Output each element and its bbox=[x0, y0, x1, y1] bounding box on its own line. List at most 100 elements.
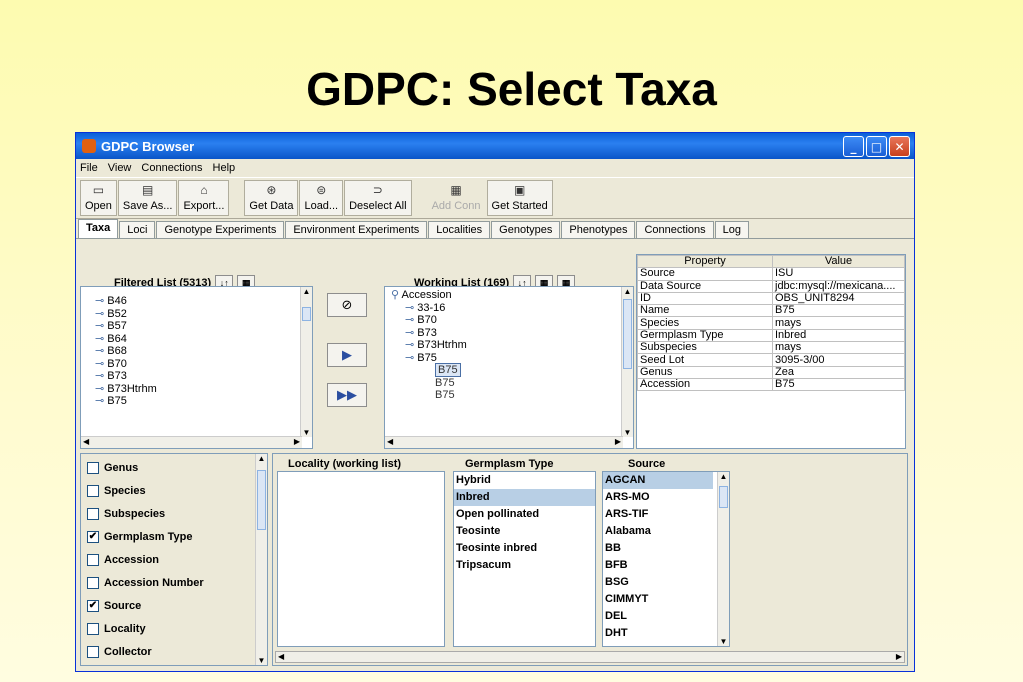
tab-phenotypes[interactable]: Phenotypes bbox=[561, 221, 636, 238]
table-row[interactable]: Germplasm Type Inbred bbox=[637, 328, 905, 343]
tab-localities[interactable]: Localities bbox=[428, 221, 491, 238]
list-item[interactable]: BB bbox=[603, 540, 713, 557]
tab-taxa[interactable]: Taxa bbox=[78, 219, 119, 238]
tree-node[interactable]: ⊸ B68 bbox=[95, 345, 312, 358]
tree-node[interactable]: ⊸ B73 bbox=[95, 370, 312, 383]
menu-view[interactable]: View bbox=[108, 162, 132, 174]
table-row[interactable]: Species mays bbox=[637, 316, 905, 330]
table-row[interactable]: Accession B75 bbox=[637, 377, 905, 392]
list-item[interactable]: ARS-MO bbox=[603, 489, 713, 506]
remove-all-button[interactable]: ⊘ bbox=[327, 293, 367, 317]
checkbox[interactable] bbox=[87, 461, 99, 474]
filter-source-checkbox[interactable]: ✔ Source bbox=[81, 594, 267, 617]
list-item[interactable]: Inbred bbox=[454, 489, 595, 506]
tab-genotypes[interactable]: Genotypes bbox=[491, 221, 561, 238]
tree-node[interactable]: ⊸ B70 bbox=[391, 314, 633, 327]
tab-connections[interactable]: Connections bbox=[636, 221, 714, 238]
tree-node[interactable]: ⊸ B73Htrhm bbox=[391, 339, 633, 352]
column-header[interactable]: Value bbox=[772, 255, 905, 269]
filter-species-checkbox[interactable]: Species bbox=[81, 479, 267, 502]
menu-file[interactable]: File bbox=[80, 162, 98, 174]
list-item[interactable]: BFB bbox=[603, 557, 713, 574]
list-item[interactable]: Teosinte inbred bbox=[454, 540, 595, 557]
checkbox[interactable] bbox=[87, 484, 99, 497]
list-item[interactable]: DEL bbox=[603, 608, 713, 625]
table-row[interactable]: Source ISU bbox=[637, 267, 905, 281]
tree-node[interactable]: ⊸ B64 bbox=[95, 333, 312, 346]
list-item[interactable]: Tripsacum bbox=[454, 557, 595, 574]
list-item[interactable]: AGCAN bbox=[603, 472, 713, 489]
list-item[interactable]: BSG bbox=[603, 574, 713, 591]
checkbox[interactable]: ✔ bbox=[87, 530, 99, 543]
list-item[interactable]: ARS-TIF bbox=[603, 506, 713, 523]
checkbox[interactable] bbox=[87, 576, 99, 589]
checkbox[interactable] bbox=[87, 645, 99, 658]
tree-node[interactable]: ⊸ B73Htrhm bbox=[95, 383, 312, 396]
filter-genus-checkbox[interactable]: Genus bbox=[81, 456, 267, 479]
list-item[interactable]: DHT bbox=[603, 625, 713, 642]
table-row[interactable]: Name B75 bbox=[637, 304, 905, 318]
selection-hscrollbar[interactable]: ◀ ▶ bbox=[275, 651, 905, 663]
checkbox[interactable] bbox=[87, 553, 99, 566]
open-button[interactable]: ▭ Open bbox=[80, 180, 117, 216]
menu-connections[interactable]: Connections bbox=[141, 162, 202, 174]
tree-node[interactable]: ⊸ 33-16 bbox=[391, 302, 633, 315]
table-row[interactable]: Seed Lot 3095-3/00 bbox=[637, 353, 905, 367]
locality-list[interactable] bbox=[277, 471, 445, 647]
tab-genotype-experiments[interactable]: Genotype Experiments bbox=[156, 221, 285, 238]
filter-collector-checkbox[interactable]: Collector bbox=[81, 640, 267, 663]
list-item[interactable]: Teosinte bbox=[454, 523, 595, 540]
working-vscrollbar[interactable]: ▲ ▼ bbox=[621, 287, 633, 437]
menu-help[interactable]: Help bbox=[213, 162, 236, 174]
list-item[interactable]: Hybrid bbox=[454, 472, 595, 489]
working-hscrollbar[interactable]: ◀ ▶ bbox=[385, 436, 623, 448]
table-row[interactable]: Genus Zea bbox=[637, 365, 905, 379]
table-row[interactable]: Data Source jdbc:mysql://mexicana.... bbox=[637, 279, 905, 293]
column-header[interactable]: Property bbox=[637, 255, 773, 269]
load-button[interactable]: ⊜ Load... bbox=[299, 180, 344, 216]
list-item[interactable]: Alabama bbox=[603, 523, 713, 540]
tree-node[interactable]: ⊸ B70 bbox=[95, 358, 312, 371]
filter-vscrollbar[interactable]: ▲ ▼ bbox=[255, 454, 267, 665]
checkbox[interactable] bbox=[87, 507, 99, 520]
filter-accession-number-checkbox[interactable]: Accession Number bbox=[81, 571, 267, 594]
minimize-button[interactable]: _ bbox=[843, 136, 864, 157]
tree-leaf[interactable]: B75 bbox=[391, 363, 633, 377]
add-conn-button[interactable]: ▦ Add Conn bbox=[427, 180, 486, 216]
tree-node[interactable]: ⊸ B75 bbox=[391, 352, 633, 365]
filtered-hscrollbar[interactable]: ◀ ▶ bbox=[81, 436, 302, 448]
get-data-button[interactable]: ⊛ Get Data bbox=[244, 180, 299, 216]
filter-subspecies-checkbox[interactable]: Subspecies bbox=[81, 502, 267, 525]
window-title: GDPC Browser bbox=[101, 138, 195, 154]
export-button[interactable]: ⌂ Export... bbox=[178, 180, 230, 216]
table-row[interactable]: ID OBS_UNIT8294 bbox=[637, 291, 905, 306]
filter-accession-checkbox[interactable]: Accession bbox=[81, 548, 267, 571]
tab-loci[interactable]: Loci bbox=[119, 221, 156, 238]
add-all-button[interactable]: ▶▶ bbox=[327, 383, 367, 407]
checkbox[interactable] bbox=[87, 622, 99, 635]
list-item[interactable]: Open pollinated bbox=[454, 506, 595, 523]
filter-germplasm-type-checkbox[interactable]: ✔ Germplasm Type bbox=[81, 525, 267, 548]
tree-node[interactable]: ⊸ B73 bbox=[391, 327, 633, 340]
maximize-button[interactable]: □ bbox=[866, 136, 887, 157]
tab-environment-experiments[interactable]: Environment Experiments bbox=[285, 221, 428, 238]
list-item[interactable]: CIMMYT bbox=[603, 591, 713, 608]
filtered-vscrollbar[interactable]: ▲ ▼ bbox=[300, 287, 312, 437]
tree-node[interactable]: ⊸ B57 bbox=[95, 320, 312, 333]
table-row[interactable]: Subspecies mays bbox=[637, 341, 905, 355]
tree-node[interactable]: ⊸ B75 bbox=[95, 395, 312, 408]
close-button[interactable]: ✕ bbox=[889, 136, 910, 157]
tree-root[interactable]: ⚲ Accession bbox=[391, 289, 633, 302]
checkbox[interactable]: ✔ bbox=[87, 599, 99, 612]
deselect-all-button[interactable]: ⊃ Deselect All bbox=[344, 180, 412, 216]
tab-log[interactable]: Log bbox=[714, 221, 749, 238]
filter-locality-checkbox[interactable]: Locality bbox=[81, 617, 267, 640]
get-started-button[interactable]: ▣ Get Started bbox=[486, 180, 553, 216]
tree-node[interactable]: ⊸ B46 bbox=[95, 295, 312, 308]
source-vscrollbar[interactable]: ▲ ▼ bbox=[717, 472, 729, 646]
tree-leaf[interactable]: B75 bbox=[391, 389, 633, 402]
save-as-button[interactable]: ▤ Save As... bbox=[117, 180, 178, 216]
add-selected-button[interactable]: ▶ bbox=[327, 343, 367, 367]
tree-leaf[interactable]: B75 bbox=[391, 377, 633, 390]
tree-node[interactable]: ⊸ B52 bbox=[95, 308, 312, 321]
